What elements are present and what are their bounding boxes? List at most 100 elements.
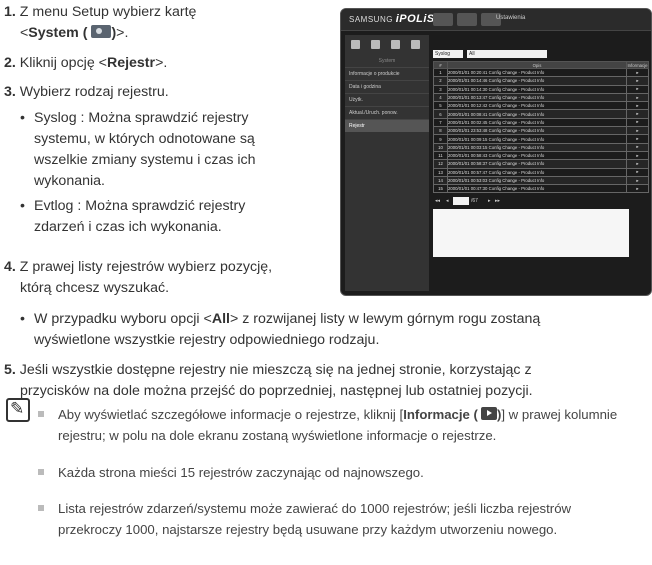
log-panel: Syslog All # Opis Informacje 1 2000/01/01…	[433, 35, 649, 291]
last-page-icon[interactable]: ▸▸	[495, 198, 500, 204]
column-header: #	[433, 61, 448, 69]
system-label: System (	[28, 25, 88, 41]
top-bar: SAMSUNG iPOLiS Ustawienia	[341, 9, 651, 31]
row-info-button[interactable]: ▸	[626, 67, 649, 78]
row-description: 2000/01/01 00:57:47 Config Change - Prod…	[447, 167, 627, 177]
step-1: 1. Z menu Setup wybierz kartę <System ()…	[4, 2, 196, 44]
row-info-button[interactable]: ▸	[626, 109, 649, 119]
row-description: 2000/01/01 00:12:42 Config Change - Prod…	[447, 101, 627, 111]
row-info-button[interactable]: ▸	[626, 175, 649, 186]
step-text: Z menu Setup wybierz kartę	[19, 4, 197, 20]
log-screen-screenshot: SAMSUNG iPOLiS Ustawienia System Informa…	[340, 8, 652, 296]
row-info-button[interactable]: ▸	[626, 101, 649, 111]
row-number: 8	[433, 126, 448, 136]
pagination: ◂◂ ◂ /67 ▸ ▸▸	[433, 197, 649, 207]
square-bullet-icon	[38, 411, 44, 417]
step-text: Kliknij opcję <	[19, 55, 107, 71]
row-info-button[interactable]: ▸	[626, 84, 649, 94]
sidebar-item-user[interactable]: Użytk.	[345, 93, 429, 106]
top-title: Ustawienia	[496, 15, 526, 21]
table-row[interactable]: 13 2000/01/01 00:57:47 Config Change - Pr…	[433, 167, 649, 177]
log-filter-select[interactable]: All	[467, 50, 547, 58]
table-row[interactable]: 14 2000/01/01 00:53:03 Config Change - Pr…	[433, 175, 649, 186]
row-number: 6	[433, 109, 448, 119]
step-4: 4. Z prawej listy rejestrów wybierz pozy…	[4, 257, 272, 299]
row-info-button[interactable]: ▸	[626, 184, 649, 194]
row-description: 2000/01/01 00:02:45 Config Change - Prod…	[447, 117, 627, 128]
brand-logo: SAMSUNG iPOLiS	[349, 13, 435, 25]
step-3: 3. Wybierz rodzaj rejestru.	[4, 82, 169, 103]
table-row[interactable]: 11 2000/01/01 00:58:43 Config Change - Pr…	[433, 150, 649, 161]
sidebar-item-date-time[interactable]: Data i godzina	[345, 80, 429, 93]
informacje-label: Informacje (	[403, 407, 478, 422]
step-number: 5.	[4, 362, 16, 378]
row-info-button[interactable]: ▸	[626, 134, 649, 144]
row-info-button[interactable]: ▸	[626, 159, 649, 169]
row-info-button[interactable]: ▸	[626, 167, 649, 177]
sidebar-item-log[interactable]: Rejestr	[345, 119, 429, 132]
row-info-button[interactable]: ▸	[626, 117, 649, 128]
row-info-button[interactable]: ▸	[626, 142, 649, 152]
monitor-icon[interactable]	[433, 13, 453, 26]
row-info-button[interactable]: ▸	[626, 92, 649, 103]
table-row[interactable]: 12 2000/01/01 00:58:37 Config Change - Pr…	[433, 159, 649, 169]
table-row[interactable]: 2 2000/01/01 00:14:46 Config Change - Pro…	[433, 76, 649, 86]
row-number: 3	[433, 84, 448, 94]
event-setup-icon[interactable]	[391, 40, 400, 49]
column-header: Informacje	[626, 61, 649, 69]
step-text: Jeśli wszystkie dostępne rejestry nie mi…	[19, 362, 532, 378]
all-label: All	[211, 311, 230, 327]
step-number: 1.	[4, 4, 16, 20]
row-number: 9	[433, 134, 448, 144]
log-table: # Opis Informacje 1 2000/01/01 00:20:41 C…	[433, 61, 649, 194]
video-setup-icon[interactable]	[351, 40, 360, 49]
table-row[interactable]: 7 2000/01/01 00:02:45 Config Change - Pro…	[433, 117, 649, 128]
step-number: 2.	[4, 55, 16, 71]
row-description: 2000/01/01 00:08:41 Config Change - Prod…	[447, 109, 627, 119]
square-bullet-icon	[38, 505, 44, 511]
table-row[interactable]: 4 2000/01/01 00:13:47 Config Change - Pro…	[433, 92, 649, 103]
row-info-button[interactable]: ▸	[626, 76, 649, 86]
table-row[interactable]: 8 2000/01/01 23:53:48 Config Change - Pro…	[433, 126, 649, 136]
row-description: 2000/01/01 00:47:30 Config Change - Prod…	[447, 184, 627, 194]
playback-icon[interactable]	[457, 13, 477, 26]
system-setup-icon[interactable]	[411, 40, 420, 49]
row-description: 2000/01/01 00:13:47 Config Change - Prod…	[447, 92, 627, 103]
sidebar-item-product-info[interactable]: Informacje o produkcie	[345, 67, 429, 80]
row-number: 10	[433, 142, 448, 152]
next-page-icon[interactable]: ▸	[488, 198, 491, 204]
step-text: którą chcesz wyszukać.	[20, 280, 170, 296]
row-description: 2000/01/01 00:20:41 Config Change - Prod…	[447, 67, 627, 78]
table-row[interactable]: 5 2000/01/01 00:12:42 Config Change - Pro…	[433, 101, 649, 111]
row-number: 7	[433, 117, 448, 128]
bullet-evtlog: Evtlog : Można sprawdzić rejestry zdarze…	[20, 196, 256, 238]
first-page-icon[interactable]: ◂◂	[435, 198, 440, 204]
table-row[interactable]: 6 2000/01/01 00:08:41 Config Change - Pro…	[433, 109, 649, 119]
step-2: 2. Kliknij opcję <Rejestr>.	[4, 53, 167, 74]
row-info-button[interactable]: ▸	[626, 150, 649, 161]
table-row[interactable]: 3 2000/01/01 00:14:30 Config Change - Pro…	[433, 84, 649, 94]
note-2: Każda strona mieści 15 rejestrów zaczyna…	[38, 462, 424, 483]
log-type-select[interactable]: Syslog	[433, 50, 463, 58]
table-row[interactable]: 10 2000/01/01 00:03:15 Config Change - Pr…	[433, 142, 649, 152]
network-setup-icon[interactable]	[371, 40, 380, 49]
row-info-button[interactable]: ▸	[626, 126, 649, 136]
row-number: 12	[433, 159, 448, 169]
note-1: Aby wyświetlać szczegółowe informacje o …	[38, 404, 617, 446]
row-number: 2	[433, 76, 448, 86]
row-description: 2000/01/01 00:14:30 Config Change - Prod…	[447, 84, 627, 94]
row-description: 2000/01/01 00:14:46 Config Change - Prod…	[447, 76, 627, 86]
step-text: Z prawej listy rejestrów wybierz pozycję…	[19, 259, 273, 275]
row-description: 2000/01/01 00:58:37 Config Change - Prod…	[447, 159, 627, 169]
sidebar-item-upgrade[interactable]: Aktual./Uruch. ponow.	[345, 106, 429, 119]
column-header: Opis	[447, 61, 627, 69]
prev-page-icon[interactable]: ◂	[446, 198, 449, 204]
table-row[interactable]: 15 2000/01/01 00:47:30 Config Change - Pr…	[433, 184, 649, 194]
page-number-input[interactable]	[453, 197, 469, 206]
sidebar-heading: System	[378, 58, 396, 64]
row-number: 1	[433, 67, 448, 78]
page-total: /67	[471, 198, 478, 205]
table-row[interactable]: 1 2000/01/01 00:20:41 Config Change - Pro…	[433, 67, 649, 78]
step-text: >.	[116, 25, 129, 41]
table-row[interactable]: 9 2000/01/01 00:09:15 Config Change - Pro…	[433, 134, 649, 144]
